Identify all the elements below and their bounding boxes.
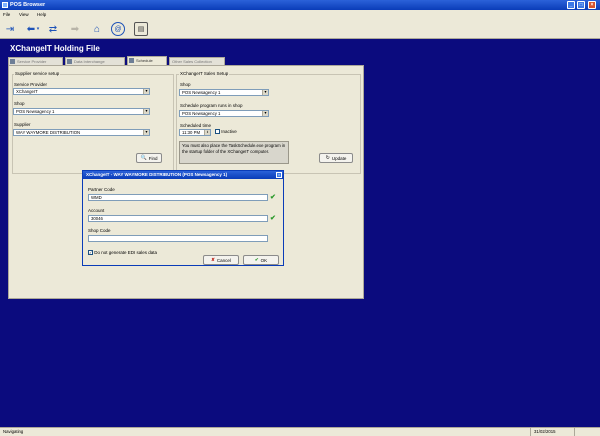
save-icon[interactable]: ▤ [134, 22, 148, 36]
chevron-down-icon[interactable]: ▼ [262, 111, 268, 116]
update-button[interactable]: ↻ Update [319, 153, 353, 163]
shop-code-label: Shop Code [88, 228, 111, 233]
sales-shop-label: Shop [180, 82, 191, 87]
status-pane [574, 428, 598, 436]
supplier-setup-title: Supplier service setup [14, 71, 61, 76]
back-dropdown-icon[interactable]: ▾ [35, 22, 41, 36]
service-provider-select[interactable]: XChangeIT ▼ [13, 88, 150, 95]
check-icon: ✔ [270, 194, 276, 201]
no-edi-checkbox[interactable]: ✓ [88, 250, 93, 256]
cancel-icon: ✘ [211, 257, 215, 262]
status-bar: Navigating 31/02/2015 [0, 427, 600, 436]
chevron-down-icon[interactable]: ▼ [262, 90, 268, 95]
partner-code-input[interactable]: WMD [88, 194, 268, 201]
maximize-button[interactable]: □ [577, 1, 585, 9]
status-date: 31/02/2015 [530, 428, 570, 436]
check-icon: ✔ [270, 215, 276, 222]
window-title-bar[interactable]: POS Browser _ □ × [0, 0, 600, 10]
find-button[interactable]: 🔍 Find [136, 153, 162, 163]
menu-view[interactable]: View [19, 12, 29, 17]
home-icon[interactable]: ⌂ [90, 22, 104, 36]
refresh-icon[interactable]: ⇄ [46, 22, 60, 36]
data-interchange-icon [67, 59, 72, 64]
menu-file[interactable]: File [3, 12, 10, 17]
ok-button[interactable]: ✔ OK [243, 255, 279, 265]
forward-arrow-icon[interactable]: ➡ [68, 22, 82, 36]
partner-dialog: XChangeIT - WAY WAYMORE DISTRIBUTION (PO… [82, 170, 284, 266]
inactive-checkbox-row[interactable]: Inactive [215, 129, 237, 135]
sales-shop-select[interactable]: POS Newsagency 1 ▼ [179, 89, 269, 96]
tab-other-sales-collection[interactable]: Other Sales Collection [169, 57, 225, 65]
menu-bar: File View Help [0, 10, 600, 19]
supplier-select[interactable]: WAY WAYMORE DISTRIBUTION ▼ [13, 129, 150, 136]
tab-data-interchange[interactable]: Data Interchange [65, 57, 125, 65]
supplier-shop-select[interactable]: POS Newsagency 1 ▼ [13, 108, 150, 115]
tab-service-provider[interactable]: Service Provider [8, 57, 63, 65]
account-label: Account [88, 208, 105, 213]
chevron-down-icon[interactable]: ▼ [143, 130, 149, 135]
no-edi-checkbox-row[interactable]: ✓ Do not generate EDI sales data [88, 250, 158, 256]
toolbar: ⇥ ⬅ ▾ ⇄ ➡ ⌂ @ ▤ [0, 19, 600, 39]
update-icon: ↻ [325, 155, 330, 161]
schedule-shop-select[interactable]: POS Newsagency 1 ▼ [179, 110, 269, 117]
supplier-label: Supplier [14, 122, 31, 127]
minimize-button[interactable]: _ [567, 1, 575, 9]
account-input[interactable]: 30046 [88, 215, 268, 222]
service-provider-label: Service Provider [14, 82, 48, 87]
page-title: XChangeIT Holding File [10, 44, 100, 53]
app-icon [2, 2, 8, 8]
cancel-button[interactable]: ✘ Cancel [203, 255, 239, 265]
no-edi-label: Do not generate EDI sales data [94, 250, 158, 255]
schedule-shop-label: Schedule program runs in shop [180, 103, 243, 108]
close-button[interactable]: × [588, 1, 596, 9]
ok-check-icon: ✔ [254, 257, 259, 262]
chevron-down-icon[interactable]: ▼ [143, 109, 149, 114]
service-provider-icon [10, 59, 15, 64]
spinner-icon[interactable]: ⇕ [204, 130, 210, 135]
dialog-title: XChangeIT - WAY WAYMORE DISTRIBUTION (PO… [83, 171, 283, 179]
partner-code-label: Partner Code [88, 187, 115, 192]
dialog-close-icon[interactable]: × [276, 172, 282, 178]
scheduled-time-input[interactable]: 11:30 PM ⇕ [179, 129, 211, 136]
inactive-checkbox[interactable] [215, 129, 220, 135]
supplier-shop-label: Shop [14, 101, 25, 106]
scheduled-time-label: Scheduled time [180, 123, 212, 128]
status-text: Navigating [3, 429, 24, 434]
schedule-icon [129, 58, 134, 63]
search-icon: 🔍 [140, 155, 147, 161]
shop-code-input[interactable] [88, 235, 268, 242]
menu-help[interactable]: Help [37, 12, 46, 17]
chevron-down-icon[interactable]: ▼ [143, 89, 149, 94]
sales-setup-title: XChangeIT Sales Setup [179, 71, 230, 76]
pos-logo-icon[interactable]: @ [111, 22, 125, 36]
exit-icon[interactable]: ⇥ [3, 22, 17, 36]
tab-schedule[interactable]: Schedule [127, 56, 167, 65]
startup-note: You must also place the TaskSchedule.exe… [179, 141, 289, 164]
window-title: POS Browser [10, 2, 46, 8]
inactive-label: Inactive [221, 129, 237, 134]
